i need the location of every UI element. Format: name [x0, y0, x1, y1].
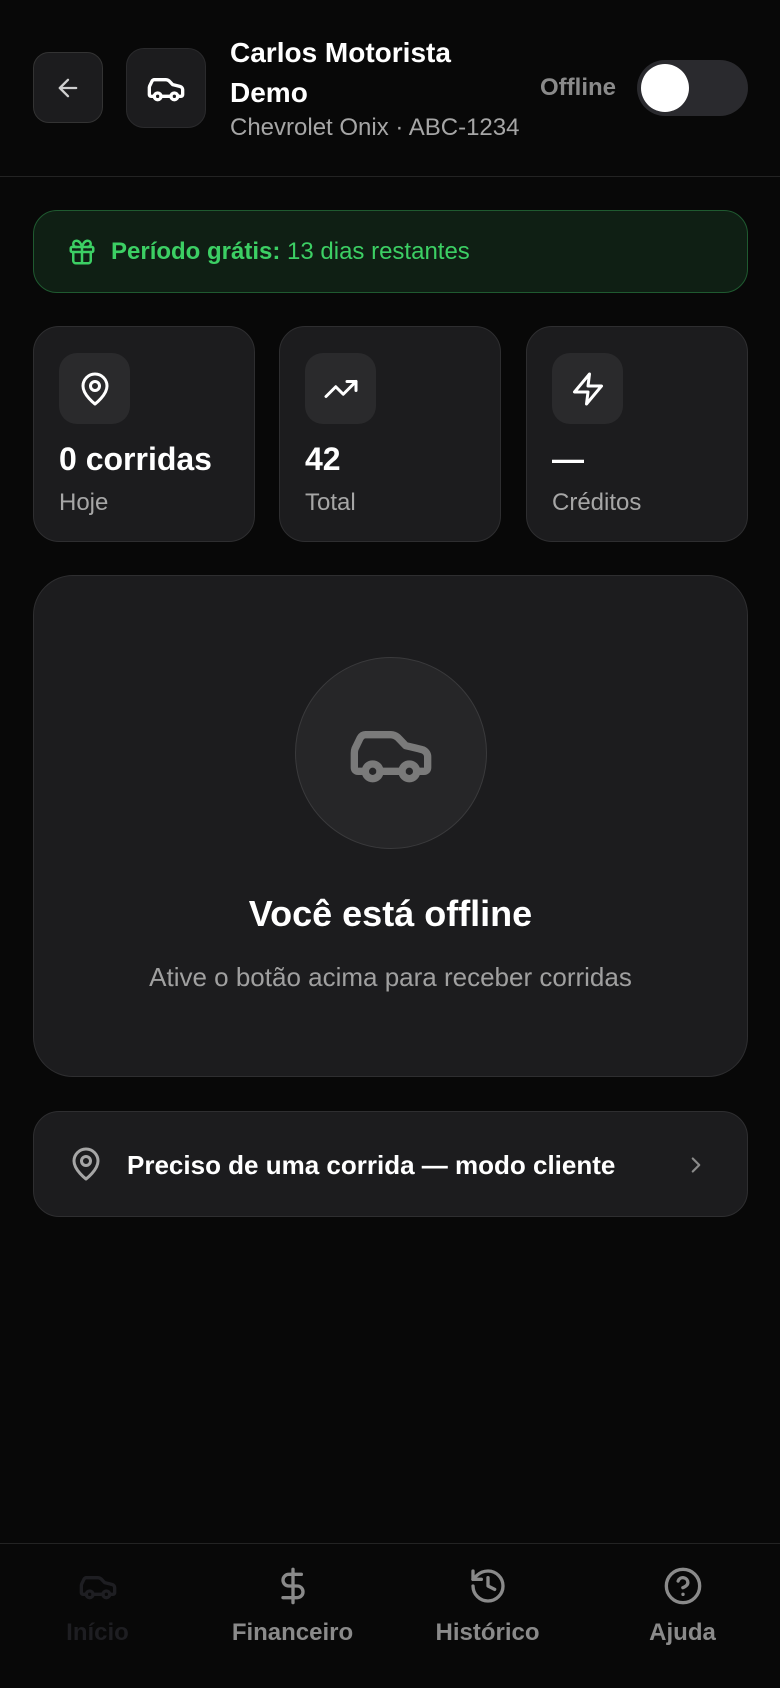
nav-item-financeiro[interactable]: Financeiro [195, 1544, 390, 1688]
nav-item-historico[interactable]: Histórico [390, 1544, 585, 1688]
trial-banner: Período grátis: 13 dias restantes [33, 210, 748, 293]
trial-text: Período grátis: 13 dias restantes [111, 238, 470, 266]
online-toggle[interactable] [637, 60, 748, 116]
map-pin-icon [72, 1147, 100, 1181]
nav-label: Ajuda [649, 1619, 716, 1646]
nav-label: Financeiro [231, 1619, 354, 1646]
stat-icon-box [552, 353, 623, 424]
stat-value: 0 corridas [59, 441, 212, 477]
help-circle-icon [664, 1567, 701, 1605]
driver-name: Carlos Motorista Demo [230, 37, 451, 108]
stat-icon-box [305, 353, 376, 424]
offline-subtitle: Ative o botão acima para receber corrida… [149, 962, 632, 992]
zap-icon [572, 372, 603, 405]
stat-card-total: 42 Total [279, 326, 501, 542]
bottom-nav: Início Financeiro Histórico Ajuda [0, 1543, 780, 1688]
trial-value: 13 dias restantes [287, 237, 470, 265]
stat-card-today: 0 corridas Hoje [33, 326, 255, 542]
client-mode-button[interactable]: Preciso de uma corrida — modo cliente [33, 1111, 748, 1217]
stat-value: 42 [305, 441, 341, 477]
nav-label: Histórico [435, 1619, 540, 1646]
stat-label: Hoje [59, 489, 109, 516]
car-icon [350, 731, 432, 783]
map-pin-icon [81, 372, 108, 405]
stat-card-credits: — Créditos [526, 326, 748, 542]
car-icon [79, 1576, 116, 1600]
stat-icon-box [59, 353, 130, 424]
back-button[interactable] [33, 52, 103, 123]
stat-label: Créditos [552, 489, 642, 516]
car-icon [147, 78, 185, 102]
offline-title: Você está offline [248, 893, 533, 934]
trending-up-icon [324, 379, 357, 398]
toggle-knob [641, 64, 689, 112]
gift-icon [69, 239, 95, 264]
arrow-left-icon [58, 78, 78, 97]
online-status-label: Offline [540, 74, 616, 101]
nav-item-ajuda[interactable]: Ajuda [585, 1544, 780, 1688]
dollar-sign-icon [280, 1567, 305, 1605]
vehicle-avatar [126, 48, 206, 128]
app-header: Carlos Motorista Demo Chevrolet Onix · A… [0, 0, 780, 177]
vehicle-info: Chevrolet Onix · ABC-1234 [230, 114, 520, 141]
chevron-right-icon [691, 1157, 701, 1173]
offline-status-card: Você está offline Ative o botão acima pa… [33, 575, 748, 1077]
history-icon [470, 1569, 505, 1603]
stat-label: Total [305, 489, 356, 516]
trial-label: Período grátis: [111, 237, 281, 265]
nav-item-inicio[interactable]: Início [0, 1544, 195, 1688]
stat-value: — [552, 441, 584, 477]
client-mode-label: Preciso de uma corrida — modo cliente [127, 1150, 616, 1180]
offline-illustration [295, 657, 487, 849]
nav-label: Início [66, 1619, 129, 1646]
